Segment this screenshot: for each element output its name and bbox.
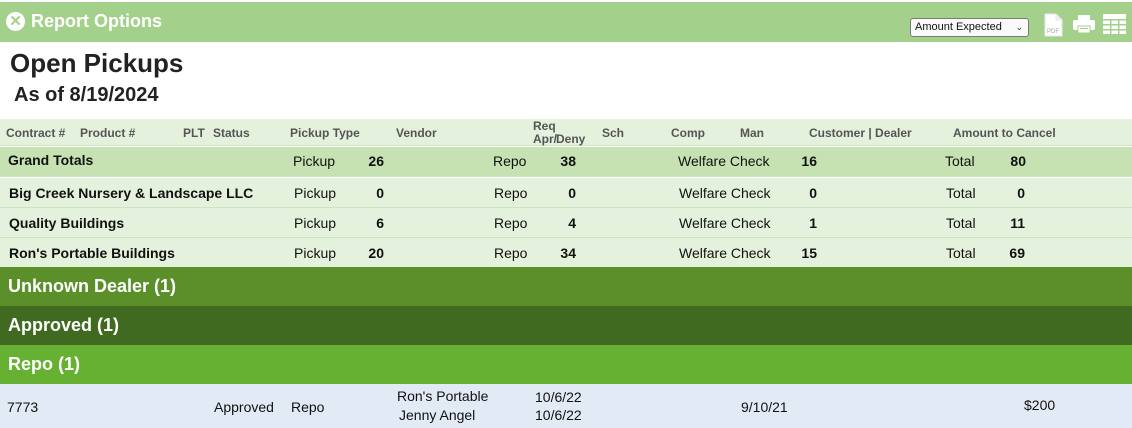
apr-date: 10/6/22	[535, 407, 582, 423]
repo-label: Repo	[494, 185, 528, 201]
welfare-label: Welfare Check	[679, 185, 771, 201]
report-title: Open Pickups	[10, 48, 184, 78]
pickup-type-value: Repo	[291, 399, 325, 415]
welfare-label: Welfare Check	[679, 245, 771, 261]
total-label: Total	[946, 185, 976, 201]
table-row[interactable]: 7773 Approved Repo Ron's Portable Jenny …	[0, 384, 1132, 428]
repo-label: Repo	[494, 245, 528, 261]
total-count: 69	[1009, 245, 1025, 261]
vendor-value: Ron's Portable	[397, 388, 489, 404]
chevron-down-icon: ⌄	[1015, 22, 1023, 32]
amount-to-cancel: $200	[1024, 397, 1056, 413]
col-deny[interactable]: Deny	[556, 132, 585, 146]
welfare-count: 16	[801, 153, 817, 169]
total-count: 11	[1010, 215, 1025, 231]
report-options-title[interactable]: Report Options	[31, 11, 162, 32]
summary-name: Grand Totals	[8, 152, 94, 168]
col-vendor[interactable]: Vendor	[396, 126, 437, 140]
close-icon[interactable]: ✕	[6, 12, 25, 31]
pickup-label: Pickup	[294, 215, 337, 231]
summary-name: Ron's Portable Buildings	[9, 245, 175, 261]
col-req[interactable]: Req	[533, 119, 556, 133]
pickup-count: 20	[368, 245, 384, 261]
repo-count: 38	[560, 153, 576, 169]
col-product[interactable]: Product #	[80, 126, 135, 140]
column-header-row: Contract # Product # PLT Status Pickup T…	[0, 119, 1132, 146]
pickup-label: Pickup	[293, 153, 336, 169]
repo-label: Repo	[494, 215, 528, 231]
repo-label: Repo	[493, 153, 527, 169]
contract-number: 7773	[7, 399, 39, 415]
customer-value: Jenny Angel	[399, 407, 476, 423]
col-customer-dealer[interactable]: Customer | Dealer	[809, 126, 912, 140]
col-status[interactable]: Status	[213, 126, 250, 140]
welfare-label: Welfare Check	[678, 153, 770, 169]
report-date: As of 8/19/2024	[14, 84, 159, 106]
amount-type-select[interactable]: Amount Expected ⌄	[910, 18, 1029, 37]
group-approved[interactable]: Approved (1)	[0, 306, 1132, 345]
pickup-label: Pickup	[294, 245, 337, 261]
welfare-count: 15	[801, 245, 817, 261]
req-date: 10/6/22	[535, 389, 582, 405]
pickup-count: 0	[376, 185, 384, 201]
total-label: Total	[946, 215, 976, 231]
total-label: Total	[946, 245, 976, 261]
pickup-count: 26	[368, 153, 384, 169]
pdf-icon-label: PDF	[1047, 29, 1059, 35]
welfare-label: Welfare Check	[679, 215, 771, 231]
table-icon[interactable]	[1103, 14, 1126, 34]
amount-type-select-value: Amount Expected	[915, 21, 1002, 33]
repo-count: 0	[568, 185, 576, 201]
group-unknown-dealer[interactable]: Unknown Dealer (1)	[0, 267, 1132, 306]
welfare-count: 1	[809, 215, 817, 231]
col-plt[interactable]: PLT	[183, 126, 205, 140]
col-apr[interactable]: Apr/	[533, 132, 557, 146]
report-options-bar: ✕ Report Options Amount Expected ⌄ PDF	[0, 2, 1132, 42]
total-count: 80	[1010, 153, 1026, 169]
total-count: 0	[1017, 185, 1025, 201]
repo-count: 34	[560, 245, 576, 261]
summary-row-dealer: Big Creek Nursery & Landscape LLC Pickup…	[0, 178, 1132, 208]
col-sch[interactable]: Sch	[602, 126, 624, 140]
col-amount-to-cancel[interactable]: Amount to Cancel	[953, 126, 1056, 140]
welfare-count: 0	[809, 185, 817, 201]
print-icon[interactable]	[1072, 14, 1096, 34]
repo-count: 4	[568, 215, 576, 231]
total-label: Total	[945, 153, 975, 169]
man-date: 9/10/21	[741, 399, 788, 415]
col-comp[interactable]: Comp	[671, 126, 705, 140]
summary-row-dealer: Ron's Portable Buildings Pickup 20 Repo …	[0, 238, 1132, 268]
pickup-count: 6	[376, 215, 384, 231]
pdf-icon[interactable]: PDF	[1044, 13, 1063, 37]
summary-row-grand-totals: Grand Totals Pickup 26 Repo 38 Welfare C…	[0, 147, 1132, 177]
summary-name: Big Creek Nursery & Landscape LLC	[9, 185, 254, 201]
col-pickup-type[interactable]: Pickup Type	[290, 126, 360, 140]
summary-row-dealer: Quality Buildings Pickup 6 Repo 4 Welfar…	[0, 208, 1132, 238]
group-repo[interactable]: Repo (1)	[0, 345, 1132, 384]
pickup-label: Pickup	[294, 185, 337, 201]
summary-name: Quality Buildings	[9, 215, 125, 231]
col-contract[interactable]: Contract #	[6, 126, 65, 140]
status-value: Approved	[214, 399, 274, 415]
col-man[interactable]: Man	[740, 126, 764, 140]
